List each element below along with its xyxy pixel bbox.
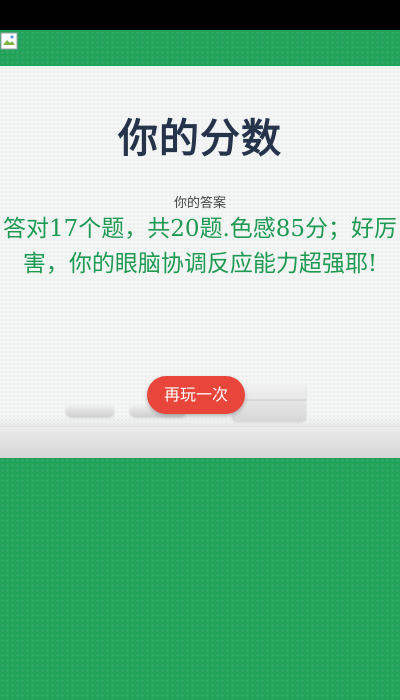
desk-surface — [0, 426, 400, 458]
broken-image-icon — [0, 32, 18, 50]
result-screen: 你的分数 你的答案 答对17个题，共20题.色感85分；好厉害，你的眼脑协调反应… — [0, 0, 400, 700]
answer-label: 你的答案 — [173, 196, 226, 211]
desk-item-left — [66, 405, 114, 417]
result-message: 答对17个题，共20题.色感85分；好厉害，你的眼脑协调反应能力超强耶! — [2, 216, 398, 277]
page-title: 你的分数 — [118, 116, 282, 162]
status-bar — [0, 0, 400, 30]
bottom-green-area — [0, 458, 400, 700]
play-again-button[interactable]: 再玩一次 — [147, 376, 245, 414]
top-green-band — [0, 30, 400, 66]
